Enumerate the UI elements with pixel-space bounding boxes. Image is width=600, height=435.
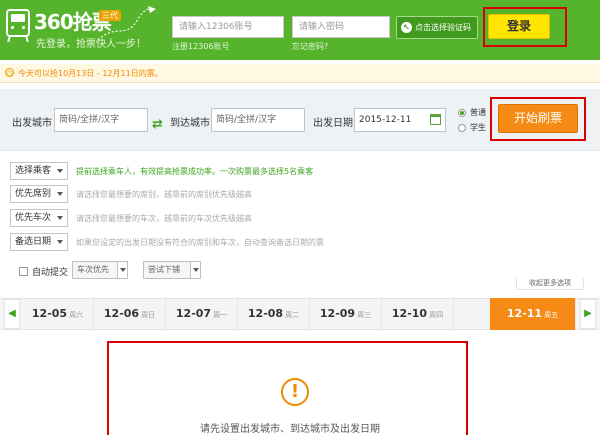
slogan: 先登录，抢票快人一步！ [36, 39, 146, 50]
berth-select[interactable]: 尝试下铺 [143, 261, 201, 279]
warning-icon: ! [281, 378, 309, 406]
date-tab[interactable]: 12-09 周三 [310, 299, 382, 329]
train-logo-legs [7, 36, 29, 42]
chevron-down-icon [190, 262, 200, 278]
clock-icon: ◷ [5, 68, 14, 77]
train-priority-button[interactable]: 优先车次 [10, 209, 68, 227]
seat-priority-button[interactable]: 优先席别 [10, 185, 68, 203]
submit-mode-select[interactable]: 车次优先 [72, 261, 128, 279]
seat-priority-tip: 请选择您最想要的席别，越靠前的席别优先级越高 [76, 190, 252, 199]
berth-value: 尝试下铺 [148, 265, 180, 274]
date-tab-date: 12-07 [175, 307, 212, 320]
date-tab-weekday: 周二 [285, 311, 300, 319]
from-city-input[interactable]: 简码/全拼/汉字 [54, 108, 148, 132]
radio-student[interactable] [458, 124, 466, 132]
forgot-password-link[interactable]: 忘记密码? [292, 41, 328, 52]
account-input[interactable]: 请输入12306账号 [172, 16, 284, 38]
empty-state-message: 请先设置出发城市、到达城市及出发日期 [200, 424, 380, 435]
date-tab-weekday: 周五 [544, 311, 559, 319]
collapse-options-link[interactable]: 收起更多选项 [516, 278, 584, 290]
header: 360抢票 三代 先登录，抢票快人一步！ 请输入12306账号 注册12306账… [0, 0, 600, 60]
radio-normal[interactable] [458, 109, 466, 117]
chevron-down-icon [117, 262, 127, 278]
next-dates-arrow-icon[interactable]: ▶ [580, 299, 596, 329]
date-label: 出发日期 [313, 118, 353, 129]
login-button[interactable]: 登录 [488, 14, 550, 39]
auto-submit-label: 自动提交 [32, 268, 69, 278]
radio-normal-label: 普通 [470, 108, 486, 117]
date-tab[interactable]: 12-08 周二 [238, 299, 310, 329]
date-tab-date: 12-06 [103, 307, 140, 320]
date-tab[interactable]: 12-07 周一 [166, 299, 238, 329]
date-tab-date: 12-11 [506, 307, 543, 320]
date-tab[interactable]: 12-05 周六 [22, 299, 94, 329]
date-tab[interactable]: 12-10 周四 [382, 299, 454, 329]
date-bar: ◀ 12-05 周六 12-06 周日 12-07 周一 12-08 周二 12-09 周… [0, 298, 600, 330]
notice-text: 今天可以抢10月13日 - 12月11日的票。 [18, 69, 163, 78]
date-tab-date: 12-05 [31, 307, 68, 320]
select-passenger-button[interactable]: 选择乘客 [10, 162, 68, 180]
from-city-label: 出发城市 [12, 118, 52, 129]
radio-student-label: 学生 [470, 123, 486, 132]
notice-bar: ◷ 今天可以抢10月13日 - 12月11日的票。 [0, 64, 600, 83]
start-refresh-button[interactable]: 开始刷票 [498, 104, 578, 133]
pointer-icon: ↖ [401, 22, 412, 33]
date-input[interactable]: 2015-12-11 [354, 108, 446, 132]
captcha-label: 点击选择验证码 [415, 23, 471, 32]
to-city-label: 到达城市 [170, 118, 210, 129]
swap-cities-icon[interactable]: ⇄ [152, 117, 163, 132]
date-tab-weekday: 周四 [429, 311, 444, 319]
date-tab-date: 12-09 [319, 307, 356, 320]
passenger-tip: 提前选择乘车人，有效提高抢票成功率。一次购票最多选择5名乘客 [76, 167, 314, 176]
date-tab-weekday: 周三 [357, 311, 372, 319]
date-tab-date: 12-10 [391, 307, 428, 320]
to-city-input[interactable]: 简码/全拼/汉字 [211, 108, 305, 132]
auto-submit-checkbox[interactable] [19, 267, 28, 276]
date-tab-active[interactable]: 12-11 周五 [490, 298, 576, 330]
date-tab-weekday: 周六 [69, 311, 84, 319]
date-tab-date: 12-08 [247, 307, 284, 320]
password-input[interactable]: 请输入密码 [292, 16, 390, 38]
alt-date-button[interactable]: 备选日期 [10, 233, 68, 251]
alt-date-tip: 如果您设定的出发日期没有符合的席别和车次，自动查询备选日期的票 [76, 238, 324, 247]
prev-dates-arrow-icon[interactable]: ◀ [4, 299, 20, 329]
date-tab[interactable]: 12-06 周日 [94, 299, 166, 329]
date-value: 2015-12-11 [359, 115, 412, 125]
train-logo-icon [6, 9, 30, 37]
date-tab-weekday: 周一 [213, 311, 228, 319]
captcha-button[interactable]: ↖ 点击选择验证码 [396, 16, 478, 39]
register-link[interactable]: 注册12306账号 [172, 41, 229, 52]
date-tab-weekday: 周日 [141, 311, 156, 319]
train-priority-tip: 请选择您最想要的车次，越靠前的车次优先级越高 [76, 214, 252, 223]
submit-mode-value: 车次优先 [77, 265, 109, 274]
calendar-icon[interactable] [430, 114, 441, 125]
